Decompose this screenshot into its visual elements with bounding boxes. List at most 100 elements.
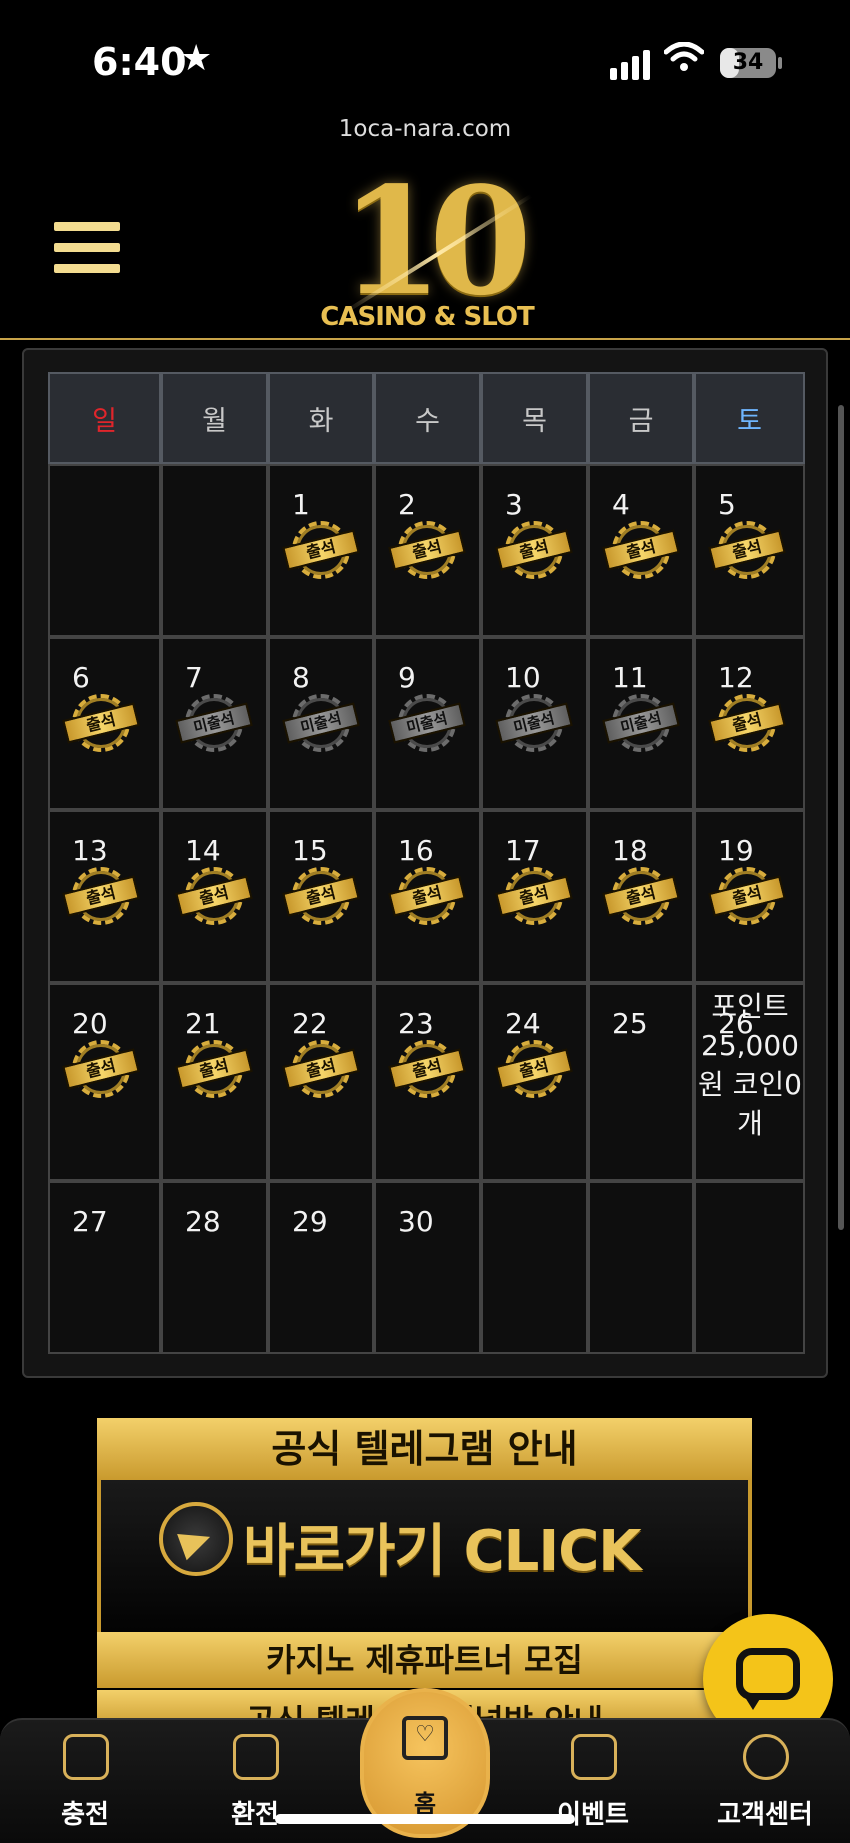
heart-icon: ♡ xyxy=(415,1722,435,1747)
weekday-header: 금 xyxy=(588,372,694,464)
calendar-day-cell[interactable]: 12 출석 xyxy=(694,637,805,810)
day-number: 3 xyxy=(505,488,523,521)
calendar-day-cell[interactable]: 23 출석 xyxy=(374,983,481,1181)
calendar-day-cell[interactable]: 29 xyxy=(268,1181,374,1354)
day-number: 8 xyxy=(292,661,310,694)
cellular-signal-icon xyxy=(610,50,650,80)
nav-support-label: 고객센터 xyxy=(717,1800,813,1830)
menu-icon[interactable] xyxy=(54,222,120,278)
banner-partner: 카지노 제휴파트너 모집 xyxy=(97,1632,752,1688)
browser-url[interactable]: 1oca-nara.com xyxy=(0,116,850,142)
calendar-day-cell[interactable]: 28 xyxy=(161,1181,268,1354)
attended-stamp-icon: 출석 xyxy=(175,1040,253,1100)
day-number: 4 xyxy=(612,488,630,521)
calendar-day-cell[interactable]: 4 출석 xyxy=(588,464,694,637)
calendar-day-cell[interactable]: 5 출석 xyxy=(694,464,805,637)
points-overlay: 포인트 25,000 원 코인0 개 xyxy=(698,990,802,1140)
missed-stamp-icon: 미출석 xyxy=(175,694,253,754)
day-number: 20 xyxy=(72,1007,108,1040)
nav-event-label: 이벤트 xyxy=(557,1800,629,1830)
calendar-day-cell[interactable]: 18 출석 xyxy=(588,810,694,983)
site-header: 10 CASINO & SLOT xyxy=(0,150,850,340)
calendar-day-cell[interactable]: 26 포인트 25,000 원 코인0 개 xyxy=(694,983,805,1181)
calendar-day-cell[interactable]: 17 출석 xyxy=(481,810,588,983)
status-time: 6:40 xyxy=(92,40,187,84)
attended-stamp-icon: 출석 xyxy=(602,867,680,927)
missed-stamp-icon: 미출석 xyxy=(495,694,573,754)
calendar-day-cell[interactable]: 24 출석 xyxy=(481,983,588,1181)
weekday-header: 화 xyxy=(268,372,374,464)
calendar-day-cell[interactable]: 13 출석 xyxy=(48,810,161,983)
banner-cta-area[interactable]: 바로가기 CLICK xyxy=(97,1480,752,1650)
scrollbar[interactable] xyxy=(838,405,844,1230)
attended-stamp-icon: 출석 xyxy=(175,867,253,927)
banner-cta[interactable]: 바로가기 CLICK xyxy=(243,1506,642,1587)
calendar-day-cell[interactable]: 9 미출석 xyxy=(374,637,481,810)
weekday-header: 수 xyxy=(374,372,481,464)
calendar-week-row: 6 출석 7 미출석 8 미출석 9 미출석 10 미출석 11 미출석 12 출석 xyxy=(48,637,829,810)
day-number: 21 xyxy=(185,1007,221,1040)
calendar-week-row: 27 28 29 30 xyxy=(48,1181,829,1354)
calendar-day-cell[interactable]: 30 xyxy=(374,1181,481,1354)
day-number: 29 xyxy=(292,1205,328,1238)
calendar-day-cell[interactable]: 15 출석 xyxy=(268,810,374,983)
attended-stamp-icon: 출석 xyxy=(282,1040,360,1100)
day-number: 19 xyxy=(718,834,754,867)
calendar-day-cell[interactable]: 14 출석 xyxy=(161,810,268,983)
support-icon xyxy=(743,1734,789,1780)
calendar-day-cell[interactable]: 20 출석 xyxy=(48,983,161,1181)
telegram-icon xyxy=(159,1502,233,1576)
day-number: 13 xyxy=(72,834,108,867)
calendar-day-cell xyxy=(48,464,161,637)
battery-level: 34 xyxy=(732,50,764,75)
day-number: 10 xyxy=(505,661,541,694)
attended-stamp-icon: 출석 xyxy=(62,867,140,927)
attended-stamp-icon: 출석 xyxy=(495,1040,573,1100)
calendar-day-cell[interactable]: 1 출석 xyxy=(268,464,374,637)
day-number: 17 xyxy=(505,834,541,867)
nav-exchange[interactable]: 환전 xyxy=(190,1720,320,1843)
attended-stamp-icon: 출석 xyxy=(282,521,360,581)
attended-stamp-icon: 출석 xyxy=(495,521,573,581)
day-number: 5 xyxy=(718,488,736,521)
calendar-day-cell[interactable]: 7 미출석 xyxy=(161,637,268,810)
calendar-day-cell[interactable]: 6 출석 xyxy=(48,637,161,810)
attended-stamp-icon: 출석 xyxy=(388,867,466,927)
calendar-day-cell[interactable]: 25 xyxy=(588,983,694,1181)
attended-stamp-icon: 출석 xyxy=(388,521,466,581)
calendar-day-cell[interactable]: 8 미출석 xyxy=(268,637,374,810)
attended-stamp-icon: 출석 xyxy=(388,1040,466,1100)
status-bar: 6:40 ★ 34 xyxy=(0,0,850,120)
weekday-header: 토 xyxy=(694,372,805,464)
nav-event[interactable]: 이벤트 xyxy=(528,1720,658,1843)
calendar-day-cell[interactable]: 10 미출석 xyxy=(481,637,588,810)
calendar-day-cell[interactable]: 21 출석 xyxy=(161,983,268,1181)
calendar-day-cell[interactable]: 2 출석 xyxy=(374,464,481,637)
calendar-day-cell[interactable]: 27 xyxy=(48,1181,161,1354)
nav-charge[interactable]: 충전 xyxy=(20,1720,150,1843)
day-number: 14 xyxy=(185,834,221,867)
day-number: 30 xyxy=(398,1205,434,1238)
calendar-day-cell[interactable]: 19 출석 xyxy=(694,810,805,983)
site-logo[interactable]: 10 CASINO & SLOT xyxy=(310,154,540,334)
calendar-day-cell[interactable]: 3 출석 xyxy=(481,464,588,637)
calendar-day-cell[interactable]: 22 출석 xyxy=(268,983,374,1181)
day-number: 15 xyxy=(292,834,328,867)
star-icon: ★ xyxy=(180,38,213,79)
home-indicator xyxy=(275,1814,575,1824)
day-number: 25 xyxy=(612,1007,648,1040)
day-number: 1 xyxy=(292,488,310,521)
nav-support[interactable]: 고객센터 xyxy=(700,1720,830,1843)
day-number: 11 xyxy=(612,661,648,694)
calendar-grid: 일월화수목금토 1 출석 2 출석 3 출석 4 출석 5 출석 6 출석 7 미출석 8 미출석 9 미출석 10… xyxy=(48,372,829,1354)
day-number: 12 xyxy=(718,661,754,694)
calendar-week-row: 20 출석 21 출석 22 출석 23 출석 24 출석 25 26 포인트 25,000 원 코인0… xyxy=(48,983,829,1181)
day-number: 2 xyxy=(398,488,416,521)
calendar-day-cell[interactable]: 11 미출석 xyxy=(588,637,694,810)
calendar-day-cell[interactable]: 16 출석 xyxy=(374,810,481,983)
attended-stamp-icon: 출석 xyxy=(62,1040,140,1100)
charge-icon xyxy=(63,1734,109,1780)
telegram-banner[interactable]: 공식 텔레그램 안내 바로가기 CLICK 카지노 제휴파트너 모집 공식 텔레… xyxy=(97,1418,752,1718)
missed-stamp-icon: 미출석 xyxy=(602,694,680,754)
day-number: 23 xyxy=(398,1007,434,1040)
